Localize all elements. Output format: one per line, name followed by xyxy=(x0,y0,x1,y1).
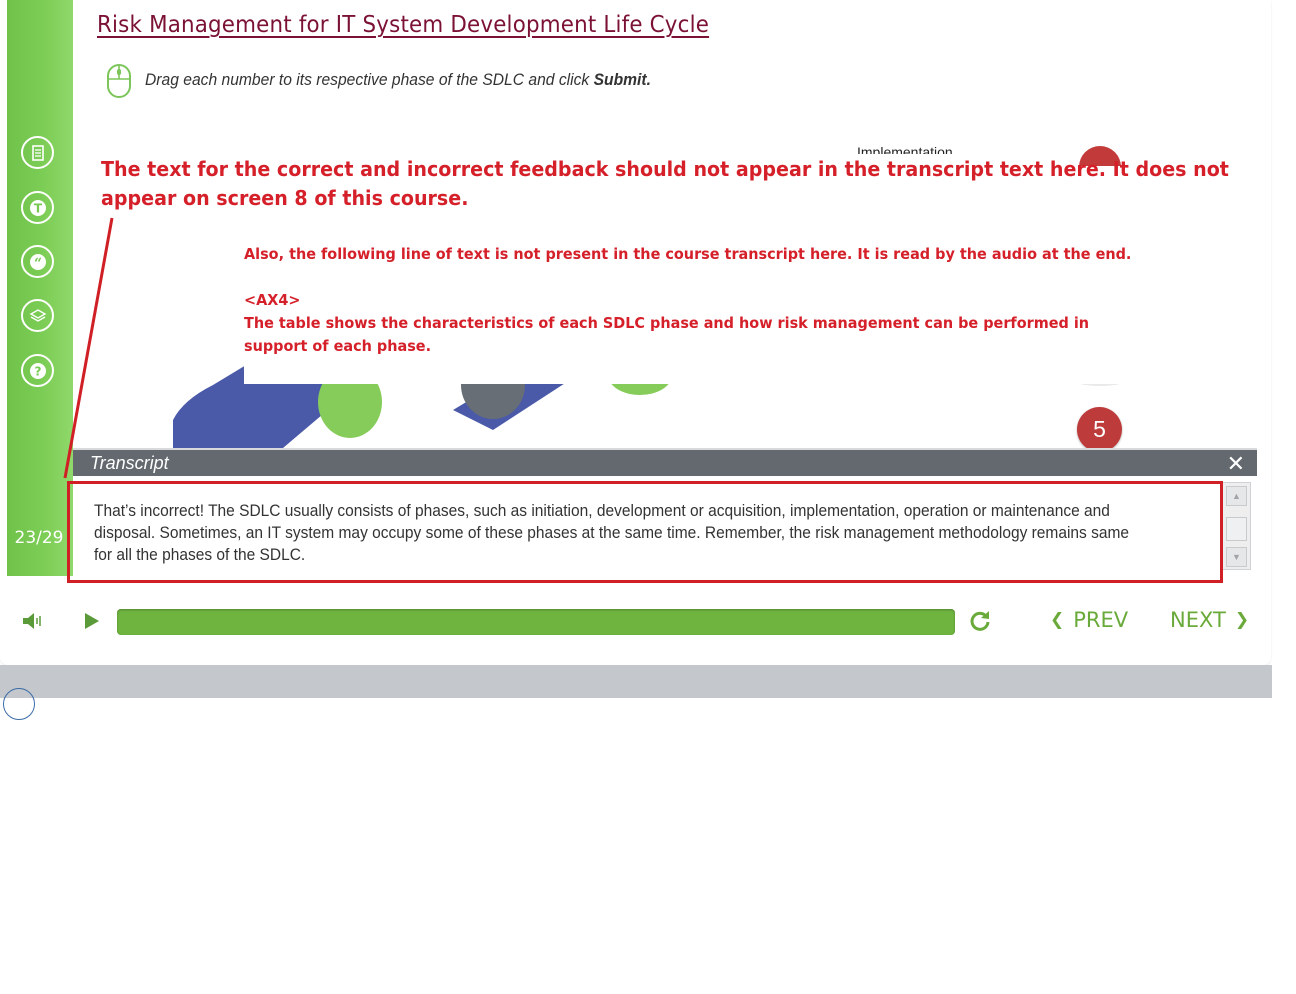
transcript-title: Transcript xyxy=(90,453,169,473)
next-label: NEXT xyxy=(1170,608,1226,632)
chevron-left-icon: ❮ xyxy=(1050,610,1065,630)
volume-icon[interactable] xyxy=(21,611,43,631)
quote-icon[interactable]: “ xyxy=(21,245,54,278)
review-highlight-frame xyxy=(67,481,1223,583)
footer-circle-icon[interactable] xyxy=(3,688,35,720)
notes-icon[interactable] xyxy=(21,136,54,169)
transcript-header: Transcript ✕ xyxy=(73,448,1257,476)
draggable-number-badge[interactable]: 5 xyxy=(1077,407,1122,452)
transcript-toggle-icon[interactable]: T xyxy=(21,191,54,224)
review-annotation-sub: Also, the following line of text is not … xyxy=(244,245,1132,355)
prev-button[interactable]: ❮ PREV xyxy=(1050,608,1128,632)
submit-keyword: Submit. xyxy=(593,70,651,89)
scroll-up-icon[interactable]: ▲ xyxy=(1226,486,1247,506)
mouse-icon xyxy=(107,64,131,98)
page-counter: 23/29 xyxy=(14,528,64,548)
scroll-down-icon[interactable]: ▼ xyxy=(1226,547,1247,567)
svg-text:“: “ xyxy=(33,256,41,272)
next-button[interactable]: NEXT ❯ xyxy=(1170,608,1249,632)
transcript-scrollbar[interactable]: ▲ ▼ xyxy=(1222,482,1251,570)
svg-text:?: ? xyxy=(34,364,41,378)
phase-label-implementation: Implementation xyxy=(857,144,953,154)
help-icon[interactable]: ? xyxy=(21,354,54,387)
play-icon[interactable] xyxy=(82,611,102,631)
instruction-text: Drag each number to its respective phase… xyxy=(145,70,651,89)
progress-bar-fill xyxy=(117,609,955,635)
close-icon[interactable]: ✕ xyxy=(1227,451,1245,477)
review-annotation-main: The text for the correct and incorrect f… xyxy=(101,157,1229,210)
progress-bar[interactable] xyxy=(117,609,955,635)
page-footer-band xyxy=(0,665,1272,698)
chevron-right-icon: ❯ xyxy=(1234,610,1250,630)
replay-icon[interactable] xyxy=(968,609,994,635)
layers-icon[interactable] xyxy=(21,299,54,332)
scroll-thumb[interactable] xyxy=(1226,517,1247,541)
prev-label: PREV xyxy=(1073,608,1129,632)
page-title: Risk Management for IT System Developmen… xyxy=(97,12,710,38)
sidebar xyxy=(7,0,73,576)
svg-text:T: T xyxy=(33,201,42,215)
